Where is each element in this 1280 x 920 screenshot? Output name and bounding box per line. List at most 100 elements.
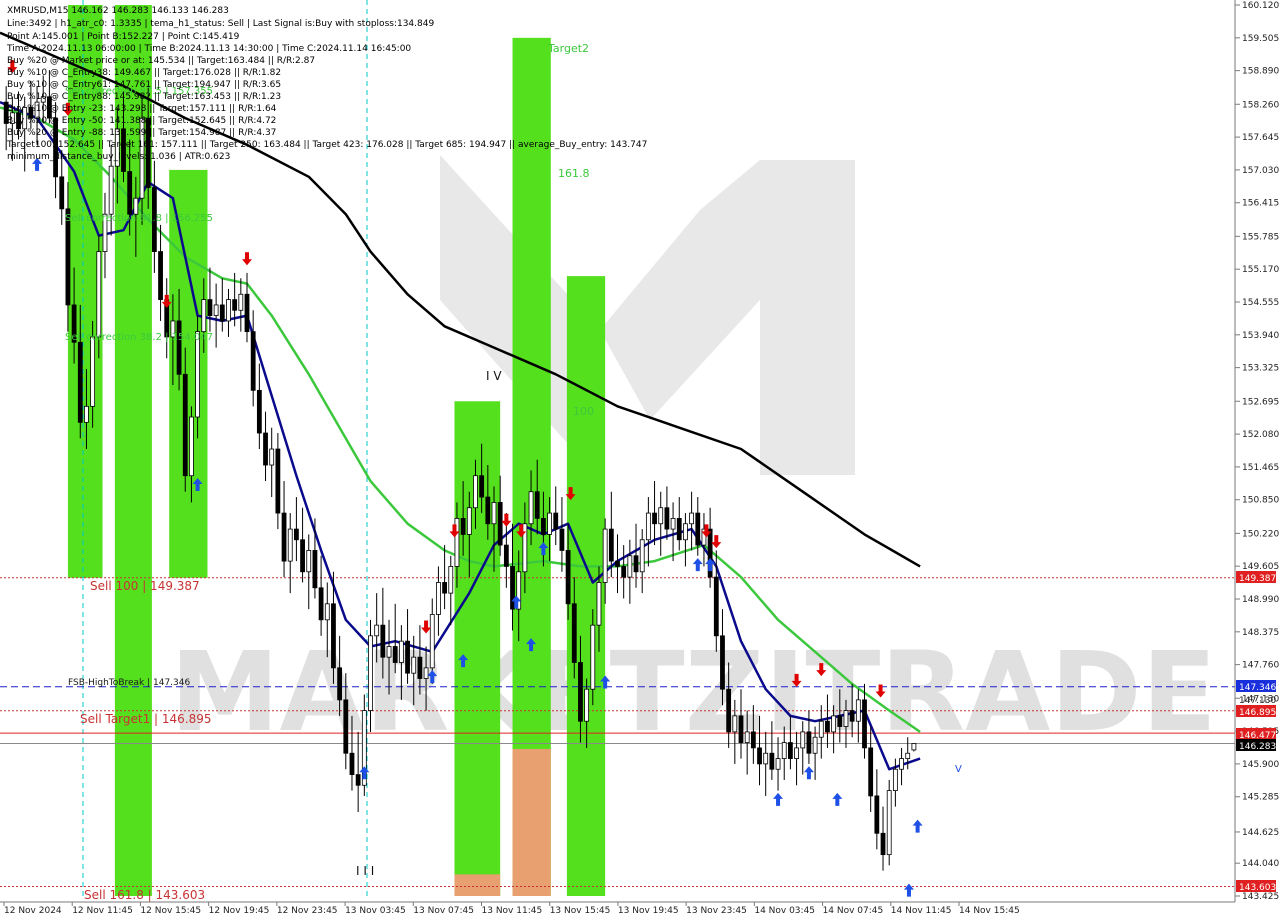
candle-body <box>269 448 275 466</box>
candle <box>645 497 651 567</box>
candle-body <box>596 582 602 626</box>
time-tick-label: 13 Nov 03:45 <box>345 906 406 916</box>
candle-body <box>794 747 799 759</box>
candle-body <box>886 790 892 856</box>
candle <box>559 497 565 572</box>
price-tick-label: 160.120 <box>1242 1 1279 11</box>
price-tick-label: 145.285 <box>1242 793 1279 803</box>
candle-body <box>652 512 657 525</box>
candle-body <box>442 582 448 594</box>
candle-body <box>621 566 627 578</box>
candle-body <box>133 197 139 215</box>
price-tick-label: 154.555 <box>1242 298 1279 308</box>
candle <box>318 555 324 636</box>
candle-body <box>380 624 386 658</box>
price-tick-label: 153.325 <box>1242 364 1279 374</box>
candle-body <box>775 758 781 770</box>
price-tick-label: 152.695 <box>1242 397 1279 407</box>
price-tick-label: 151.465 <box>1242 463 1279 473</box>
sell-100-label: Sell 100 | 149.387 <box>90 579 200 593</box>
price-tick-label: 157.645 <box>1242 133 1279 143</box>
chart-canvas[interactable]: MARKETZITRADE Sell correction 87.5 | 157… <box>0 0 1280 920</box>
candle-body <box>683 523 688 541</box>
time-tick-label: 12 Nov 2024 <box>4 906 62 916</box>
candle <box>664 486 670 540</box>
candle <box>683 513 688 567</box>
price-tick-label: 158.890 <box>1242 67 1279 77</box>
time-tick-label: 14 Nov 07:45 <box>823 906 884 916</box>
price-tick-label: 147.760 <box>1242 661 1279 671</box>
price-tick-label: 156.415 <box>1242 199 1279 209</box>
candle <box>219 278 225 332</box>
time-tick-label: 12 Nov 23:45 <box>277 906 338 916</box>
candle-body <box>713 576 719 637</box>
candle <box>874 769 880 850</box>
info-line-targets: Target100: 152.645 || Target 161: 157.11… <box>6 140 647 150</box>
candle-body <box>306 550 312 573</box>
candle-body <box>818 720 824 738</box>
sell-target1-label: Sell Target1 | 146.895 <box>80 712 212 726</box>
candle-body <box>466 507 472 535</box>
price-tick-label: 157.030 <box>1242 166 1279 176</box>
time-tick-label: 13 Nov 15:45 <box>550 906 611 916</box>
candle-body <box>158 251 163 300</box>
orange-zone-0 <box>454 874 501 896</box>
info-line-buy-e23: Buy %10 @ Entry -23: 143.298 || Target:1… <box>7 104 277 114</box>
candle-body <box>874 795 880 834</box>
info-line-buy-c61: Buy %10 @ C_Entry61: 147.761 || Target:1… <box>7 80 281 90</box>
time-tick-label: 13 Nov 23:45 <box>686 906 747 916</box>
fsb-high-to-break-label: FSB-HighToBreak | 147.346 <box>68 678 190 688</box>
candle-body <box>207 299 213 317</box>
candle-body <box>615 560 620 567</box>
candle-body <box>781 742 787 759</box>
price-tick-label: 150.220 <box>1242 529 1279 539</box>
candle-body <box>695 512 701 546</box>
candle-body <box>757 747 762 765</box>
price-tick-label: 144.040 <box>1242 859 1279 869</box>
candle-body <box>602 528 608 583</box>
price-tick-label: 145.900 <box>1242 760 1279 770</box>
candle <box>652 481 657 546</box>
candle-body <box>590 624 596 690</box>
candle-body <box>639 539 645 573</box>
candle-body <box>96 251 102 338</box>
time-tick-label: 14 Nov 11:45 <box>891 906 952 916</box>
candle-body <box>473 475 478 509</box>
candle-body <box>837 715 843 727</box>
time-tick-label: 12 Nov 19:45 <box>209 906 270 916</box>
candle-body <box>127 171 133 215</box>
info-line-min-distance: minimum_distance_buy_levels: 1.036 | ATR… <box>7 152 230 162</box>
candle-body <box>318 587 324 621</box>
candle-body <box>843 710 849 727</box>
candle-body <box>726 688 732 733</box>
fib-100-label: 100 <box>573 405 594 418</box>
badge-current-price: 146.283 <box>1239 742 1276 752</box>
candle-body <box>831 715 837 733</box>
candle-body <box>374 624 380 637</box>
time-tick-label: 13 Nov 07:45 <box>413 906 474 916</box>
candle <box>911 743 917 752</box>
candle-body <box>800 731 806 749</box>
candle-body <box>392 646 398 663</box>
candle <box>627 539 633 604</box>
candle <box>207 267 213 332</box>
candle <box>238 278 244 332</box>
info-line-buy-e50: Buy %20 @ Entry -50: 141.388 || Target:1… <box>7 116 276 126</box>
candle-body <box>219 304 225 322</box>
candle <box>158 224 163 321</box>
candle-body <box>417 656 423 679</box>
candle-body <box>59 176 65 210</box>
candle <box>405 609 410 684</box>
candle-body <box>732 715 738 733</box>
candle-body <box>911 743 917 751</box>
candle-body <box>522 523 528 573</box>
time-tick-label: 12 Nov 15:45 <box>140 906 201 916</box>
candle-body <box>275 448 281 514</box>
watermark-layer: MARKETZITRADE <box>170 155 1217 756</box>
price-tick-label: 149.605 <box>1242 562 1279 572</box>
candle-body <box>355 774 361 786</box>
candle-body <box>547 512 552 535</box>
price-tick-label: 144.625 <box>1242 828 1279 838</box>
candle-body <box>849 710 855 722</box>
candle <box>670 502 676 562</box>
